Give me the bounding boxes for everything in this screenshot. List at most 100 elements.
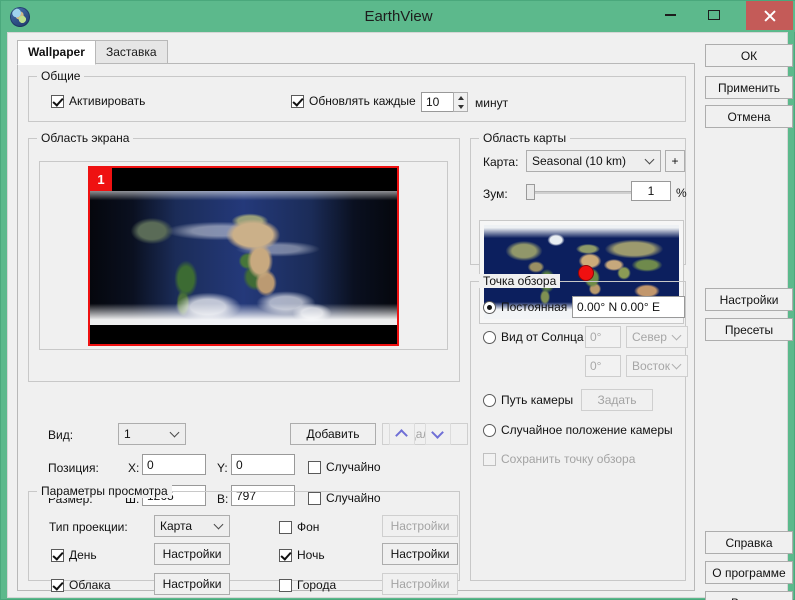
day-checkbox[interactable]: День: [51, 548, 97, 562]
viewpoint-camera-path-label: Путь камеры: [501, 393, 573, 407]
zoom-slider-track: [526, 191, 631, 194]
sun-offset-lat-input: 0°: [585, 326, 621, 348]
position-x-input[interactable]: 0: [142, 454, 206, 475]
stepper-up-icon[interactable]: [454, 93, 467, 102]
chevron-down-icon: [431, 426, 444, 439]
tab-screensaver[interactable]: Заставка: [95, 40, 168, 64]
zoom-units-label: %: [676, 186, 687, 200]
group-view-params-label: Параметры просмотра: [37, 484, 172, 498]
preview-index-badge: 1: [90, 168, 112, 191]
zoom-label: Зум:: [483, 187, 508, 201]
viewpoint-coords-input[interactable]: 0.00° N 0.00° E: [572, 296, 685, 318]
group-view-params: Параметры просмотра Тип проекции: Карта …: [28, 491, 460, 581]
clouds-label: Облака: [69, 578, 111, 592]
update-interval-checkbox[interactable]: Обновлять каждые: [291, 94, 416, 108]
presets-button[interactable]: Пресеты: [705, 318, 793, 341]
checkbox-box: [51, 95, 64, 108]
wallpaper-preview-frame[interactable]: 1: [39, 161, 448, 350]
interval-stepper[interactable]: [453, 92, 468, 112]
position-y-input[interactable]: 0: [231, 454, 295, 475]
viewpoint-random-camera-radio[interactable]: Случайное положение камеры: [483, 423, 673, 437]
projection-select[interactable]: Карта: [154, 515, 230, 537]
sun-offset-lon-input: 0°: [585, 355, 621, 377]
clouds-checkbox[interactable]: Облака: [51, 578, 111, 592]
title-bar: EarthView: [1, 1, 795, 32]
group-screen-area: Область экрана 1: [28, 138, 460, 382]
zoom-slider-thumb[interactable]: [526, 184, 535, 200]
group-map-area-label: Область карты: [479, 131, 570, 145]
dialog-body: Wallpaper Заставка Общие Активировать Об…: [7, 32, 788, 598]
background-checkbox[interactable]: Фон: [279, 520, 319, 534]
map-select-value: Seasonal (10 km): [532, 154, 626, 168]
radio-button: [483, 331, 496, 344]
cancel-button[interactable]: Отмена: [705, 105, 793, 128]
chevron-down-icon: [214, 520, 224, 530]
position-x-label: X:: [128, 461, 139, 475]
move-view-up-button[interactable]: [389, 423, 415, 445]
settings-button[interactable]: Настройки: [705, 288, 793, 311]
view-select[interactable]: 1: [118, 423, 186, 445]
radio-button: [483, 424, 496, 437]
clouds-settings-button[interactable]: Настройки: [154, 573, 230, 595]
projection-label: Тип проекции:: [49, 520, 128, 534]
viewpoint-sun-radio[interactable]: Вид от Солнца +: [483, 330, 594, 344]
ok-button[interactable]: ОК: [705, 44, 793, 67]
position-random-checkbox[interactable]: Случайно: [308, 460, 381, 474]
background-settings-button: Настройки: [382, 515, 458, 537]
cities-settings-button: Настройки: [382, 573, 458, 595]
wallpaper-preview-image[interactable]: 1: [88, 166, 399, 346]
sun-direction-ns-select: Север: [626, 326, 688, 348]
add-map-button[interactable]: +: [665, 150, 685, 172]
sun-direction-ns-value: Север: [632, 330, 667, 344]
viewpoint-marker-icon: [578, 265, 594, 281]
add-view-button[interactable]: Добавить: [290, 423, 376, 445]
map-label: Карта:: [483, 155, 518, 169]
group-screen-area-label: Область экрана: [37, 131, 133, 145]
close-button[interactable]: [746, 1, 793, 30]
radio-button: [483, 394, 496, 407]
position-random-label: Случайно: [326, 460, 381, 474]
viewpoint-camera-path-radio[interactable]: Путь камеры: [483, 393, 573, 407]
zoom-slider[interactable]: [526, 183, 631, 201]
position-label: Позиция:: [48, 461, 99, 475]
globe-icon: [10, 7, 30, 27]
minimize-button[interactable]: [648, 1, 692, 29]
checkbox-box: [279, 521, 292, 534]
help-button[interactable]: Справка: [705, 531, 793, 554]
update-interval-label: Обновлять каждые: [309, 94, 416, 108]
tab-wallpaper[interactable]: Wallpaper: [17, 40, 96, 65]
checkbox-box: [279, 579, 292, 592]
about-button[interactable]: О программе: [705, 561, 793, 584]
group-general: Общие Активировать Обновлять каждые 10 м…: [28, 76, 686, 122]
exit-button[interactable]: Выход: [705, 591, 793, 600]
save-viewpoint-checkbox: Сохранить точку обзора: [483, 452, 635, 466]
cities-checkbox[interactable]: Города: [279, 578, 336, 592]
viewpoint-fixed-radio[interactable]: Постоянная: [483, 300, 567, 314]
close-icon: [763, 9, 776, 22]
tab-strip: Wallpaper Заставка: [17, 40, 695, 64]
view-select-value: 1: [124, 427, 131, 441]
zoom-input[interactable]: 1: [631, 181, 671, 201]
night-label: Ночь: [297, 548, 325, 562]
night-settings-button[interactable]: Настройки: [382, 543, 458, 565]
chevron-up-icon: [395, 429, 408, 442]
chevron-down-icon: [645, 155, 655, 165]
activate-checkbox[interactable]: Активировать: [51, 94, 145, 108]
night-checkbox[interactable]: Ночь: [279, 548, 325, 562]
maximize-button[interactable]: [692, 1, 736, 29]
apply-button[interactable]: Применить: [705, 76, 793, 99]
stepper-down-icon[interactable]: [454, 102, 467, 111]
checkbox-box: [291, 95, 304, 108]
projection-select-value: Карта: [160, 519, 192, 533]
viewpoint-sun-label: Вид от Солнца +: [501, 330, 594, 344]
interval-units-label: минут: [475, 96, 508, 110]
move-view-down-button[interactable]: [425, 423, 451, 445]
sun-direction-ew-select: Восток: [626, 355, 688, 377]
radio-button: [483, 301, 496, 314]
position-y-label: Y:: [217, 461, 228, 475]
day-label: День: [69, 548, 97, 562]
earth-render: [90, 191, 397, 325]
checkbox-box: [51, 579, 64, 592]
map-select[interactable]: Seasonal (10 km): [526, 150, 661, 172]
day-settings-button[interactable]: Настройки: [154, 543, 230, 565]
